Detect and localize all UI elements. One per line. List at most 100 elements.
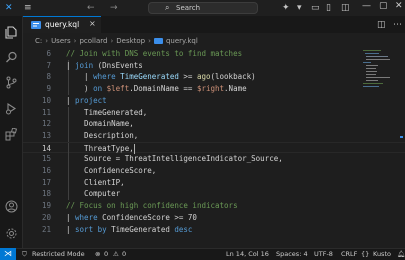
code-token: ago — [196, 72, 211, 82]
eol-status[interactable]: CRLF — [341, 249, 357, 260]
code-token: sort by — [75, 224, 107, 234]
line-number: 20 — [41, 212, 51, 222]
menu-icon[interactable]: ≡ — [24, 2, 32, 14]
breadcrumb-item[interactable]: C: — [35, 37, 42, 45]
extensions-icon[interactable] — [5, 128, 18, 141]
command-center-search[interactable]: ⌕ Search — [148, 2, 258, 14]
copilot-icon[interactable]: ✦ — [282, 2, 290, 14]
kusto-file-icon — [153, 38, 163, 44]
tab-query-kql[interactable]: query.kql × — [23, 16, 101, 33]
split-editor-icon[interactable]: ◫ — [377, 19, 386, 31]
language-mode[interactable]: Kusto — [373, 249, 391, 260]
line-number: 9 — [46, 84, 51, 94]
code-line[interactable]: 8 | where TimeGenerated >= ago(lookback) — [23, 71, 405, 84]
code-editor[interactable]: 6 // Join with DNS events to find matches… — [23, 48, 405, 244]
account-icon[interactable] — [5, 200, 18, 213]
source-control-icon[interactable] — [5, 76, 18, 89]
line-number: 16 — [41, 166, 51, 175]
code-text: Computer — [66, 188, 120, 200]
close-window-icon[interactable]: ✕ — [395, 1, 403, 11]
line-number: 7 — [46, 60, 51, 70]
code-line[interactable]: 11 TimeGenerated, — [23, 106, 405, 119]
line-number: 17 — [41, 177, 51, 187]
code-token: on — [93, 84, 107, 94]
code-text: | project — [66, 95, 107, 107]
encoding-status[interactable]: UTF-8 — [314, 249, 333, 260]
code-token: .DomainName == — [129, 84, 197, 94]
status-bar: ⋊ ⛉ Restricted Mode ⊗ 0 ⚠ 0 Ln 14, Col 1… — [0, 248, 405, 260]
activity-bar — [0, 16, 23, 252]
warning-count[interactable]: 0 — [122, 249, 126, 260]
minimap[interactable] — [363, 48, 393, 108]
breadcrumb-item[interactable]: pcollard — [79, 37, 107, 45]
code-token: >= — [183, 72, 197, 82]
maximize-icon[interactable]: ▢ — [379, 1, 388, 11]
code-line[interactable]: 18 Computer — [23, 188, 405, 201]
code-token: TimeGenerated, — [66, 107, 148, 117]
vertical-scrollbar[interactable] — [398, 48, 404, 244]
indentation-status[interactable]: Spaces: 4 — [276, 249, 308, 260]
forward-arrow-icon[interactable]: → — [110, 2, 118, 14]
code-line[interactable]: 15 Source = ThreatIntelligenceIndicator_… — [23, 153, 405, 165]
code-line[interactable]: 21 | sort by TimeGenerated desc — [23, 224, 405, 236]
breadcrumb-item[interactable]: query.kql — [166, 37, 198, 45]
breadcrumb-item[interactable]: Desktop — [116, 37, 145, 45]
customize-layout-icon[interactable]: ◫ — [341, 2, 350, 14]
explorer-icon[interactable] — [5, 26, 18, 39]
code-token: ) — [66, 84, 94, 94]
code-text: TimeGenerated, — [66, 107, 147, 119]
code-text: // Join with DNS events to find matches — [66, 48, 242, 60]
toggle-sidebar-icon[interactable]: ▯ — [326, 2, 331, 14]
code-line[interactable]: 20 | where ConfidenceScore >= 70 — [23, 212, 405, 224]
code-line[interactable]: 13 Description, — [23, 129, 405, 142]
remote-icon[interactable]: ⋊ — [0, 248, 16, 260]
code-token: | — [66, 212, 76, 222]
code-line[interactable]: 9 ) on $left.DomainName == $right.Name — [23, 83, 405, 95]
tab-label: query.kql — [45, 20, 80, 29]
panel-layout-icon[interactable]: ▭ — [311, 2, 320, 14]
code-token: project — [75, 95, 107, 105]
title-bar: ✕ ≡ ← → ⌕ Search ✦ ▾ ▭ ▯ ◫ — ▢ ✕ — [0, 0, 405, 16]
copilot-dropdown-icon[interactable]: ▾ — [297, 2, 302, 14]
settings-gear-icon[interactable] — [5, 227, 18, 240]
code-line[interactable]: 10 | project — [23, 95, 405, 107]
back-arrow-icon[interactable]: ← — [87, 2, 95, 14]
code-text: | join (DnsEvents — [66, 60, 143, 72]
code-text: ClientIP, — [66, 177, 125, 189]
code-text: Description, — [66, 130, 138, 142]
code-token: where — [75, 212, 98, 222]
more-actions-icon[interactable]: ⋯ — [393, 19, 402, 31]
code-line[interactable]: 12 DomainName, — [23, 118, 405, 130]
code-line[interactable]: 14 ThreatType, — [23, 141, 405, 155]
line-number: 15 — [41, 154, 51, 164]
code-line[interactable]: 6 // Join with DNS events to find matches — [23, 48, 405, 60]
code-token: Source = ThreatIntelligenceIndicator_Sou… — [66, 154, 283, 164]
code-token: // Focus on high confidence indicators — [66, 201, 238, 211]
line-number: 8 — [46, 72, 51, 82]
chevron-right-icon: › — [110, 37, 114, 45]
restricted-mode-status[interactable]: Restricted Mode — [32, 249, 85, 260]
code-token: | — [66, 95, 76, 105]
language-braces[interactable]: {} — [361, 249, 369, 260]
minimize-icon[interactable]: — — [362, 1, 371, 11]
notifications-bell-icon[interactable]: 🔔︎ — [397, 249, 405, 260]
line-number: 10 — [41, 95, 51, 105]
code-token: TimeGenerated — [106, 224, 175, 234]
code-token: 70 — [187, 212, 197, 222]
code-line[interactable]: 17 ClientIP, — [23, 176, 405, 189]
search-icon: ⌕ — [165, 3, 170, 12]
line-number: 11 — [41, 107, 51, 117]
search-sidebar-icon[interactable] — [5, 51, 18, 64]
tab-close-icon[interactable]: × — [89, 19, 96, 28]
code-token: ThreatType, — [66, 143, 134, 153]
run-debug-icon[interactable] — [5, 102, 18, 115]
error-count[interactable]: 0 — [104, 249, 108, 260]
breadcrumb-item[interactable]: Users — [51, 37, 71, 45]
code-text: | where ConfidenceScore >= 70 — [66, 212, 197, 224]
code-line[interactable]: 7 | join (DnsEvents — [23, 59, 405, 72]
line-number: 6 — [46, 49, 51, 58]
code-line[interactable]: 16 ConfidenceScore, — [23, 165, 405, 177]
cursor-position[interactable]: Ln 14, Col 16 — [226, 249, 269, 260]
code-token: join — [75, 60, 94, 70]
code-line[interactable]: 19 // Focus on high confidence indicators — [23, 200, 405, 212]
